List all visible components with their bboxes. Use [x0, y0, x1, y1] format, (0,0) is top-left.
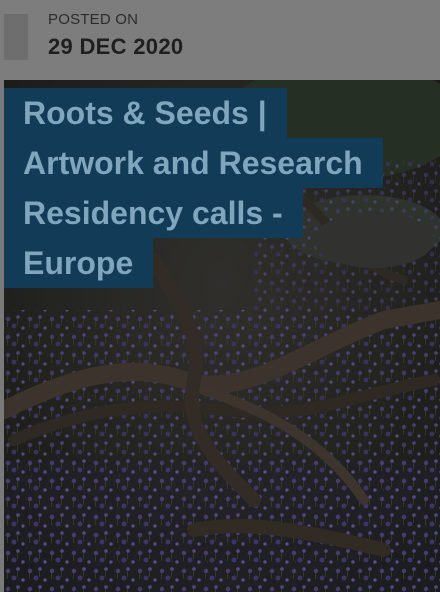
post-meta: POSTED ON 29 DEC 2020: [0, 0, 440, 80]
post-title[interactable]: Roots & Seeds | Artwork and Research Res…: [4, 88, 404, 288]
posted-date: 29 DEC 2020: [48, 34, 184, 59]
post-title-line[interactable]: Europe: [4, 238, 154, 288]
posted-on-label: POSTED ON: [48, 11, 139, 28]
post-title-line[interactable]: Artwork and Research: [4, 138, 383, 188]
post-title-line[interactable]: Roots & Seeds |: [4, 88, 287, 138]
post-title-line[interactable]: Residency calls -: [4, 188, 303, 238]
post-card[interactable]: POSTED ON 29 DEC 2020 Roots & Seeds | Ar…: [0, 0, 440, 592]
meta-accent-bar: [4, 14, 28, 60]
